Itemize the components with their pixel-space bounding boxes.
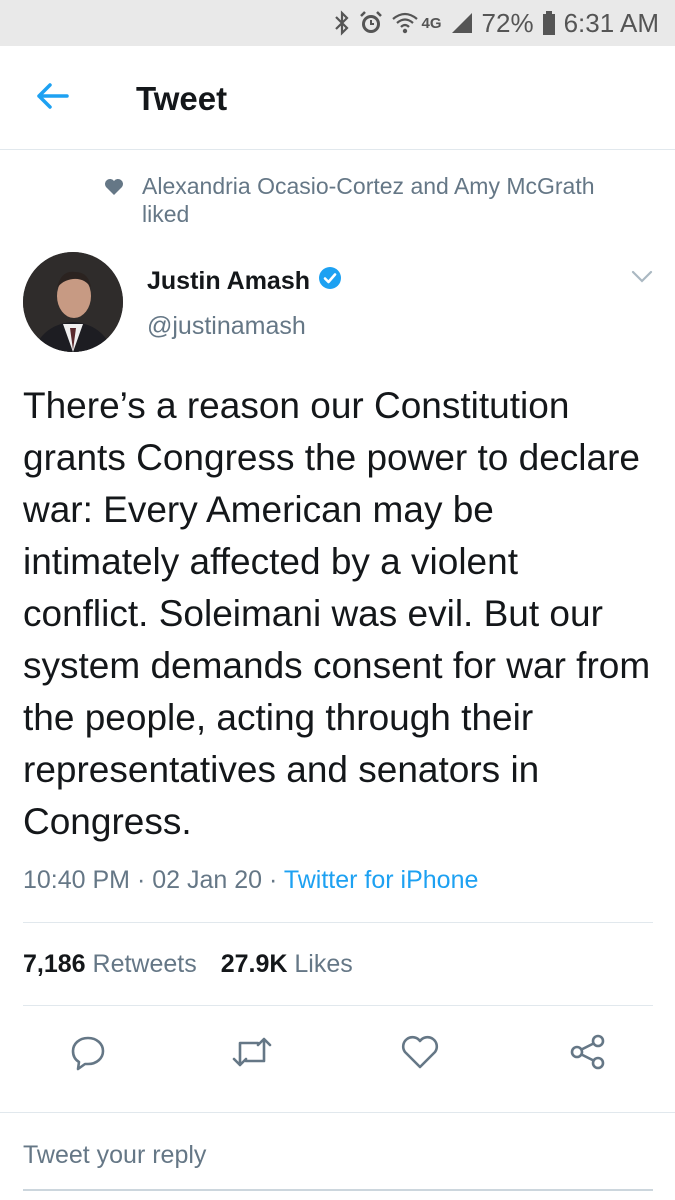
retweets-count: 7,186 [23,950,86,978]
back-button[interactable] [30,80,74,116]
like-button[interactable] [396,1030,444,1078]
meta-separator: · [136,866,153,894]
share-button[interactable] [564,1030,612,1078]
social-context-text: Alexandria Ocasio-Cortez and Amy McGrath… [142,173,595,227]
tweet-stats: 7,186 Retweets 27.9K Likes [23,950,353,979]
retweets-stat[interactable]: 7,186 Retweets [23,950,197,979]
verified-badge-icon [318,266,342,297]
battery-percent: 72% [481,7,534,38]
network-type: 4G [421,14,442,32]
tweet-options-button[interactable] [631,270,653,289]
author-name[interactable]: Justin Amash [147,266,342,297]
likes-count: 27.9K [220,950,288,978]
page-title: Tweet [136,80,228,117]
clock: 6:31 AM [563,7,659,38]
likes-label: Likes [294,950,353,978]
tweet-actions [0,1030,675,1078]
tweet-date: 02 Jan 20 [152,866,263,894]
signal-icon [450,11,474,35]
alarm-icon [358,10,384,36]
divider [23,1005,653,1006]
likes-stat[interactable]: 27.9K Likes [221,950,353,979]
tweet-meta: 10:40 PM · 02 Jan 20 · Twitter for iPhon… [23,866,478,895]
avatar[interactable] [23,252,123,352]
reply-bar: Tweet your reply [0,1112,675,1200]
back-arrow-icon [35,82,69,115]
tweet-source-link[interactable]: Twitter for iPhone [284,866,479,894]
divider [23,922,653,923]
tweet-time: 10:40 PM [23,866,131,894]
retweet-button[interactable] [228,1030,276,1078]
battery-icon [542,10,556,36]
bluetooth-icon [334,10,350,36]
wifi-icon [391,11,418,35]
heart-icon [104,178,124,201]
author-name-text: Justin Amash [147,267,311,295]
tweet-text: There’s a reason our Constitution grants… [23,385,651,842]
reply-button[interactable] [64,1030,112,1078]
chevron-down-icon [631,270,653,288]
author-handle[interactable]: @justinamash [147,312,306,341]
like-icon [400,1034,440,1075]
retweets-label: Retweets [92,950,197,978]
share-icon [569,1033,607,1076]
header: Tweet [0,46,675,150]
reply-input[interactable]: Tweet your reply [23,1141,206,1170]
meta-separator: · [269,866,284,894]
social-context[interactable]: Alexandria Ocasio-Cortez and Amy McGrath… [104,172,644,228]
status-bar: 4G 72% 6:31 AM [0,0,675,46]
reply-icon [69,1033,107,1076]
reply-underline [23,1189,653,1191]
retweet-icon [231,1035,273,1074]
